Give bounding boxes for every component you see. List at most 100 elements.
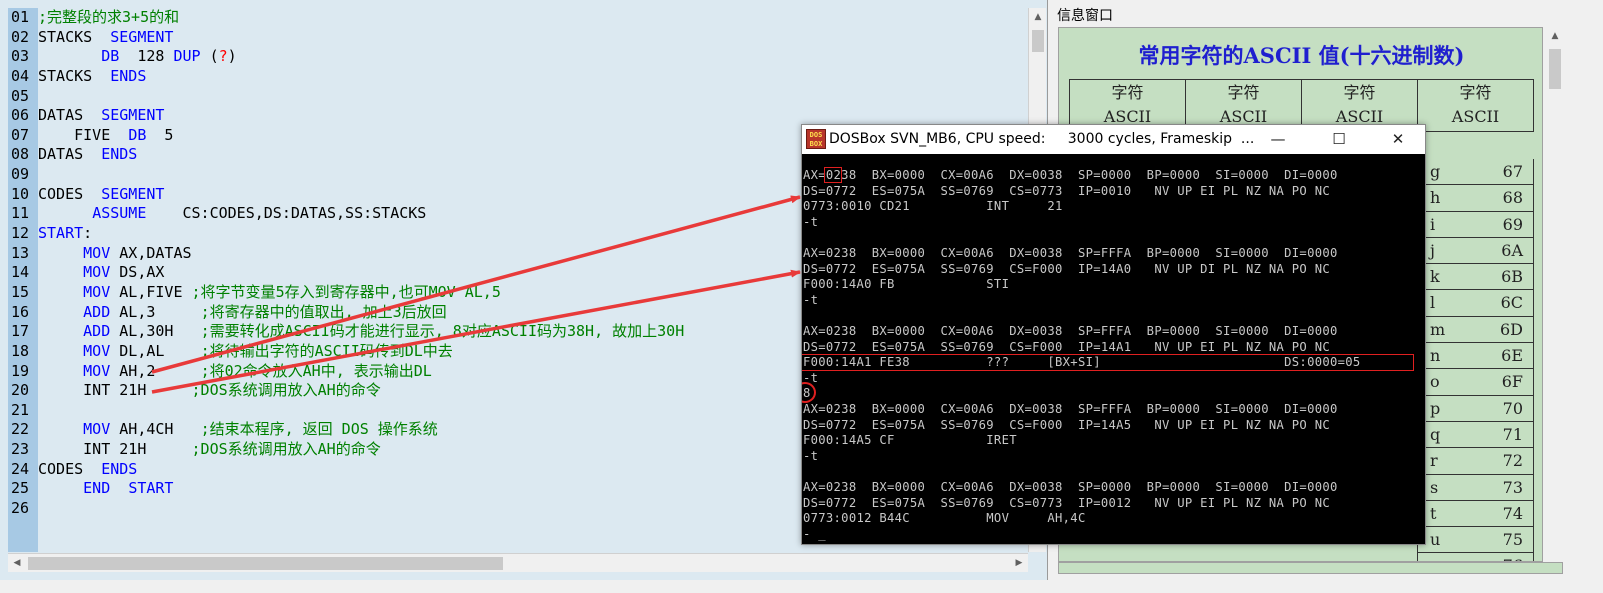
console-line: -t	[803, 214, 819, 229]
minimize-button[interactable]: —	[1255, 127, 1301, 151]
line-number: 16	[11, 302, 30, 321]
close-button[interactable]: ✕	[1375, 127, 1421, 151]
ascii-hex-value: 76	[1468, 553, 1533, 561]
ascii-row: s 73	[1417, 474, 1534, 501]
ascii-row: r 72	[1417, 448, 1534, 475]
code-line[interactable]: 01 ;完整段的求3+5的和	[8, 8, 1028, 28]
dosbox-window-title: DOSBox SVN_MB6, CPU speed: 3000 cycles, …	[829, 131, 1255, 147]
code-text: ;完整段的求3+5的和	[38, 8, 180, 26]
line-number: 13	[11, 243, 30, 262]
console-line: 0773:0010 CD21 INT 21	[803, 199, 1063, 214]
console-line: AX=0238 BX=0000 CX=00A6 DX=0038 SP=0000 …	[803, 480, 1338, 494]
line-number: 08	[11, 145, 30, 164]
ascii-row: q 71	[1417, 421, 1534, 449]
editor-horizontal-scroll-thumb[interactable]	[28, 557, 503, 570]
code-line[interactable]: 04 STACKS ENDS	[8, 67, 1028, 87]
line-number: 05	[11, 86, 30, 105]
ascii-char: v	[1418, 553, 1468, 561]
code-text: DB 128 DUP (?)	[101, 47, 237, 66]
info-window-title: 信息窗口	[1057, 8, 1113, 24]
ascii-hex-value: 73	[1502, 477, 1523, 497]
line-number: 12	[11, 224, 30, 243]
console-line: 0773:0012 B44C MOV AH,4C	[803, 511, 1086, 526]
scroll-right-arrow-icon[interactable]: ▶	[1010, 554, 1028, 572]
ascii-hex-value: 75	[1502, 530, 1523, 550]
ascii-row: k 6B	[1417, 264, 1534, 291]
console-line: DS=0772 ES=075A SS=0769 CS=F000 IP=14A1 …	[803, 339, 1330, 354]
dos-console[interactable]: AX=0238 BX=0000 CX=00A6 DX=0038 SP=0000 …	[802, 154, 1425, 544]
code-text: DATAS SEGMENT	[38, 106, 165, 125]
info-vertical-scrollbar[interactable]: ▲	[1546, 27, 1564, 562]
header-char-label: 字符	[1227, 83, 1260, 102]
editor-vertical-scroll-thumb[interactable]	[1032, 30, 1044, 52]
ascii-row: t 74	[1417, 500, 1534, 528]
console-line: - _	[803, 526, 826, 541]
line-number: 07	[11, 125, 30, 144]
info-vertical-scroll-thumb[interactable]	[1549, 49, 1561, 89]
code-line[interactable]: 05	[8, 87, 1028, 107]
line-number: 26	[11, 499, 30, 518]
ascii-hex-value: 6E	[1501, 346, 1523, 366]
line-number: 04	[11, 66, 30, 85]
line-number: 15	[11, 282, 30, 301]
ascii-row: l 6C	[1417, 290, 1534, 317]
header-char-label: 字符	[1459, 83, 1492, 102]
ascii-row: v76	[1417, 553, 1534, 561]
ascii-hex-value: 6F	[1501, 372, 1523, 392]
line-number: 11	[11, 204, 30, 223]
code-text: END START	[83, 479, 174, 498]
line-number: 22	[11, 420, 30, 439]
console-line: DS=0772 ES=075A SS=0769 CS=0773 IP=0012 …	[803, 495, 1330, 510]
ascii-hex-value: 69	[1502, 214, 1523, 234]
console-line: DS=0772 ES=075A SS=0769 CS=0773 IP=0010 …	[803, 183, 1330, 198]
ascii-hex-value: 70	[1502, 398, 1523, 418]
code-line[interactable]: 03 DB 128 DUP (?)	[8, 47, 1028, 67]
header-char-label: 字符	[1111, 83, 1144, 102]
code-text: ADD AL,3 ;将寄存器中的值取出, 加上3后放回	[83, 302, 447, 321]
scroll-up-arrow-icon[interactable]: ▲	[1029, 8, 1047, 26]
ascii-hex-value: 67	[1502, 162, 1523, 181]
ascii-hex-value: 74	[1502, 503, 1523, 523]
code-text: MOV DS,AX	[83, 263, 165, 282]
dosbox-titlebar[interactable]: DOS BOX DOSBox SVN_MB6, CPU speed: 3000 …	[802, 125, 1425, 154]
code-text: MOV AH,4CH ;结束本程序, 返回 DOS 操作系统	[83, 420, 438, 439]
editor-horizontal-scrollbar[interactable]: ◀ ▶	[8, 553, 1028, 572]
line-number: 03	[11, 47, 30, 66]
scroll-up-arrow-icon[interactable]: ▲	[1546, 27, 1564, 45]
dosbox-app-icon: DOS BOX	[806, 129, 826, 149]
console-line: AX=0238 BX=0000 CX=00A6 DX=0038 SP=FFFA …	[803, 246, 1338, 260]
scroll-left-arrow-icon[interactable]: ◀	[8, 554, 26, 572]
ascii-row: h 68	[1417, 185, 1534, 212]
code-text: INT 21H ;DOS系统调用放入AH的命令	[38, 440, 381, 459]
console-line: F000:14A5 CF IRET	[803, 433, 1017, 448]
line-number: 18	[11, 341, 30, 360]
line-number: 14	[11, 263, 30, 282]
line-number: 17	[11, 322, 30, 341]
ascii-row: p 70	[1417, 395, 1534, 422]
output-highlight-circle	[802, 382, 816, 404]
ascii-hex-value: 6B	[1501, 267, 1523, 287]
line-number: 21	[11, 400, 30, 419]
code-text: INT 21H ;DOS系统调用放入AH的命令	[38, 381, 381, 400]
line-number: 01	[11, 8, 30, 26]
code-line[interactable]: 02 STACKS SEGMENT	[8, 28, 1028, 48]
ascii-hex-value: 71	[1502, 424, 1523, 444]
line-number: 02	[11, 27, 30, 46]
ascii-hex-value: 6A	[1501, 240, 1523, 260]
dosbox-window[interactable]: DOS BOX DOSBox SVN_MB6, CPU speed: 3000 …	[801, 124, 1426, 545]
code-line[interactable]: 06 DATAS SEGMENT	[8, 106, 1028, 126]
maximize-button[interactable]: ☐	[1316, 127, 1362, 151]
console-line: AX=0238 BX=0000 CX=00A6 DX=0038 SP=0000 …	[803, 168, 1338, 182]
code-text: MOV AH,2 ;将02命令放入AH中, 表示输出DL	[83, 361, 432, 380]
ascii-row: u 75	[1417, 527, 1534, 554]
console-line: AX=0238 BX=0000 CX=00A6 DX=0038 SP=FFFA …	[803, 402, 1338, 416]
table-header-cell: 字符 ASCII	[1417, 79, 1534, 132]
code-text: CODES ENDS	[38, 459, 138, 478]
console-line: DS=0772 ES=075A SS=0769 CS=F000 IP=14A0 …	[803, 261, 1330, 276]
code-text: MOV DL,AL ;将待输出字符的ASCII码传到DL中去	[83, 341, 453, 360]
line-number: 10	[11, 184, 30, 203]
ascii-row: g 67	[1417, 159, 1534, 186]
line-number: 25	[11, 479, 30, 498]
ascii-value-list: g 67 h 68 i 69 j 6A k 6B l 6C m 6D n 6E o 6F p 70 q 71 r 72 s 73 t…	[1417, 159, 1534, 561]
ascii-table-heading: 常用字符的ASCII 值(十六进制数)	[1138, 43, 1465, 68]
